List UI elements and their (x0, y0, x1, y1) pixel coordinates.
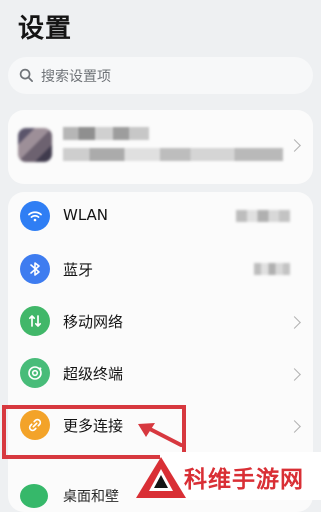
watermark: 科维手游网 (126, 452, 321, 500)
setting-row-super-device[interactable]: 超级终端 (8, 348, 313, 401)
chevron-right-icon (288, 368, 301, 381)
watermark-text: 科维手游网 (184, 467, 304, 493)
account-name-blurred (63, 127, 149, 140)
page-title: 设置 (18, 14, 73, 44)
mobile-data-icon (20, 306, 50, 336)
setting-row-bluetooth[interactable]: 蓝牙 (8, 244, 313, 297)
desktop-icon (20, 484, 48, 508)
wifi-icon (20, 201, 50, 231)
setting-label: WLAN (63, 206, 109, 224)
setting-label: 桌面和壁 (63, 489, 119, 505)
setting-row-wlan[interactable]: WLAN (8, 192, 313, 244)
wlan-status-blurred (236, 210, 290, 222)
setting-row-mobile-network[interactable]: 移动网络 (8, 296, 313, 349)
account-detail-blurred (63, 148, 283, 161)
account-card[interactable] (8, 110, 313, 184)
setting-label: 蓝牙 (63, 261, 94, 279)
setting-label: 超级终端 (63, 365, 124, 383)
search-bar[interactable]: 搜索设置项 (8, 57, 313, 94)
search-placeholder: 搜索设置项 (41, 69, 111, 85)
chevron-right-icon (288, 420, 301, 433)
watermark-logo-icon (136, 457, 186, 498)
setting-label: 移动网络 (63, 313, 124, 331)
chevron-right-icon (288, 316, 301, 329)
search-icon (19, 68, 33, 82)
avatar (18, 128, 52, 162)
super-device-icon (20, 358, 50, 388)
chevron-right-icon (288, 139, 301, 152)
bluetooth-status-blurred (254, 263, 290, 275)
bluetooth-icon (20, 254, 50, 284)
pointer-arrow (138, 423, 182, 447)
